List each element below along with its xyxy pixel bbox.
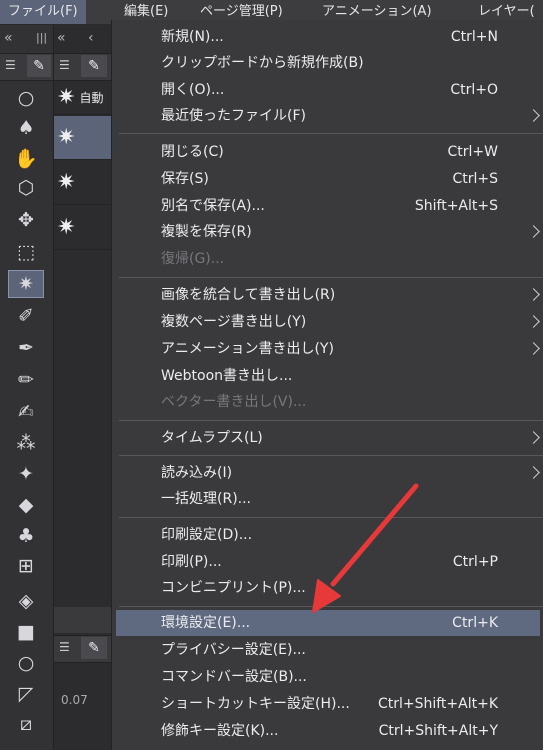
menu-item-export-multiple-pages[interactable]: 複数ページ書き出し(Y)	[112, 309, 543, 335]
submenu-arrow-icon	[527, 466, 540, 479]
airbrush-icon[interactable]: ⁂	[9, 430, 43, 456]
menu-item-save-as[interactable]: 別名で保存(A)... Shift+Alt+S	[112, 193, 543, 219]
zoom-icon[interactable]: ○	[9, 85, 43, 111]
menu-separator	[119, 517, 543, 518]
sparkle-icon: ✷	[57, 125, 76, 150]
auto-select-icon[interactable]: ✷	[8, 270, 44, 298]
menu-lines-icon[interactable]: ☰	[59, 58, 70, 72]
pencil-icon[interactable]: ✏	[9, 367, 43, 393]
brush-size-tab-icon[interactable]: ✎	[81, 637, 107, 659]
property-tabbar: ☰ ✎	[54, 635, 112, 663]
submenu-arrow-icon	[527, 109, 540, 122]
menu-item-export-vector: ベクター書き出し(V)...	[161, 394, 307, 410]
subtool-tab-icon[interactable]: ✎	[81, 55, 107, 77]
menu-item-save[interactable]: 保存(S) Ctrl+S	[112, 166, 543, 192]
tool-palette: « ||| ☰ ✎ ○ ♠ ✋ ⬡ ✥ ⬚ ✷ ✐ ✒ ✏ ✍ ⁂ ✦ ◆ ♣ …	[0, 25, 53, 750]
grip-icon[interactable]: |||	[36, 25, 47, 51]
pen-icon[interactable]: ✒	[9, 335, 43, 361]
menu-item-timelapse[interactable]: タイムラプス(L)	[112, 425, 543, 451]
figure-icon[interactable]: ○	[9, 650, 43, 676]
frame-border-icon[interactable]: ⊞	[9, 553, 43, 579]
decoration-icon[interactable]: ✦	[9, 461, 43, 487]
menu-item-print-settings[interactable]: 印刷設定(D)...	[112, 522, 543, 548]
submenu-arrow-icon	[527, 431, 540, 444]
subtool-panel: « ‹ ☰ ✎ ✷ 自動 ✷ ✷ ✷ ☰ ✎ 0.07	[53, 25, 112, 750]
subtool-tabbar: ☰ ✎	[54, 53, 112, 81]
menu-separator	[119, 606, 543, 607]
menu-item-recent-files[interactable]: 最近使ったファイル(F)	[112, 103, 543, 129]
menu-item-export-single-layer[interactable]: 画像を統合して書き出し(R)	[112, 282, 543, 308]
menu-item-export-animation[interactable]: アニメーション書き出し(Y)	[112, 336, 543, 362]
3d-object-icon[interactable]: ⬡	[9, 175, 43, 201]
menu-item-print[interactable]: 印刷(P)... Ctrl+P	[112, 549, 543, 575]
subtool-item[interactable]: ✷ 自動	[54, 81, 112, 115]
eraser-icon[interactable]: ◆	[9, 492, 43, 518]
menu-item-privacy-settings[interactable]: プライバシー設定(E)...	[112, 637, 543, 663]
hand-icon[interactable]: ✋	[9, 145, 43, 171]
size-value: 0.07	[61, 693, 88, 707]
hand-palm-icon[interactable]: ♠	[9, 115, 43, 141]
collapse-right-icon[interactable]: «	[57, 25, 66, 51]
menu-lines-icon[interactable]: ☰	[5, 58, 16, 72]
file-menu-dropdown: 新規(N)... Ctrl+N クリップボードから新規作成(B) 開く(O)...…	[111, 20, 543, 750]
selection-rect-icon[interactable]: ⬚	[9, 239, 43, 265]
menu-item-import[interactable]: 読み込み(I)	[112, 460, 543, 486]
subtool-item[interactable]: ✷	[54, 116, 112, 160]
submenu-arrow-icon	[527, 342, 540, 355]
menu-item-convenience-store-print[interactable]: コンビニプリント(P)...	[112, 575, 543, 601]
submenu-arrow-icon	[527, 315, 540, 328]
eyedropper-icon[interactable]: ✐	[9, 303, 43, 329]
menu-item-save-duplicate[interactable]: 複製を保存(R)	[112, 219, 543, 245]
menu-file[interactable]: ファイル(F)	[0, 0, 86, 24]
subtool-footer	[54, 607, 112, 633]
pen-tab-icon[interactable]: ✎	[27, 55, 51, 77]
menu-item-batch-process[interactable]: 一括処理(R)...	[112, 486, 543, 512]
menu-item-new-from-clipboard[interactable]: クリップボードから新規作成(B)	[112, 50, 543, 76]
tool-tabbar: ☰ ✎	[0, 53, 53, 81]
submenu-arrow-icon	[527, 288, 540, 301]
menu-item-command-bar-settings[interactable]: コマンドバー設定(B)...	[112, 664, 543, 690]
menu-item-export-webtoon[interactable]: Webtoon書き出し...	[112, 363, 543, 389]
chevron-left-icon[interactable]: ‹	[88, 25, 94, 51]
sparkle-icon: ✷	[57, 170, 76, 195]
subtool-item[interactable]: ✷	[54, 161, 112, 205]
fill-icon[interactable]: ◈	[9, 588, 43, 614]
menu-item-revert: 復帰(G)...	[161, 251, 225, 267]
menu-separator	[119, 277, 543, 278]
menu-item-close[interactable]: 閉じる(C) Ctrl+W	[112, 139, 543, 165]
menu-separator	[119, 455, 543, 456]
ruler-icon[interactable]: ◸	[9, 681, 43, 707]
menu-item-new[interactable]: 新規(N)... Ctrl+N	[112, 24, 543, 50]
gradient-icon[interactable]: ■	[9, 619, 43, 645]
menu-item-preferences[interactable]: 環境設定(E)... Ctrl+K	[116, 610, 540, 636]
sparkle-icon: ✷	[57, 85, 76, 110]
sparkle-icon: ✷	[57, 215, 76, 240]
menu-item-shortcut-settings[interactable]: ショートカットキー設定(H)... Ctrl+Shift+Alt+K	[112, 691, 543, 717]
menu-lines-icon[interactable]: ☰	[59, 640, 70, 654]
submenu-arrow-icon	[527, 225, 540, 238]
menu-item-modifier-key-settings[interactable]: 修飾キー設定(K)... Ctrl+Shift+Alt+Y	[112, 718, 543, 744]
menu-separator	[119, 133, 543, 134]
brush-icon[interactable]: ✍	[9, 399, 43, 425]
collapse-left-icon[interactable]: «	[4, 25, 13, 51]
menu-item-open[interactable]: 開く(O)... Ctrl+O	[112, 77, 543, 103]
text-icon[interactable]: ⧄	[9, 711, 43, 737]
subtool-item[interactable]: ✷	[54, 206, 112, 250]
menu-separator	[119, 420, 543, 421]
blend-icon[interactable]: ♣	[9, 523, 43, 549]
move-icon[interactable]: ✥	[9, 207, 43, 233]
